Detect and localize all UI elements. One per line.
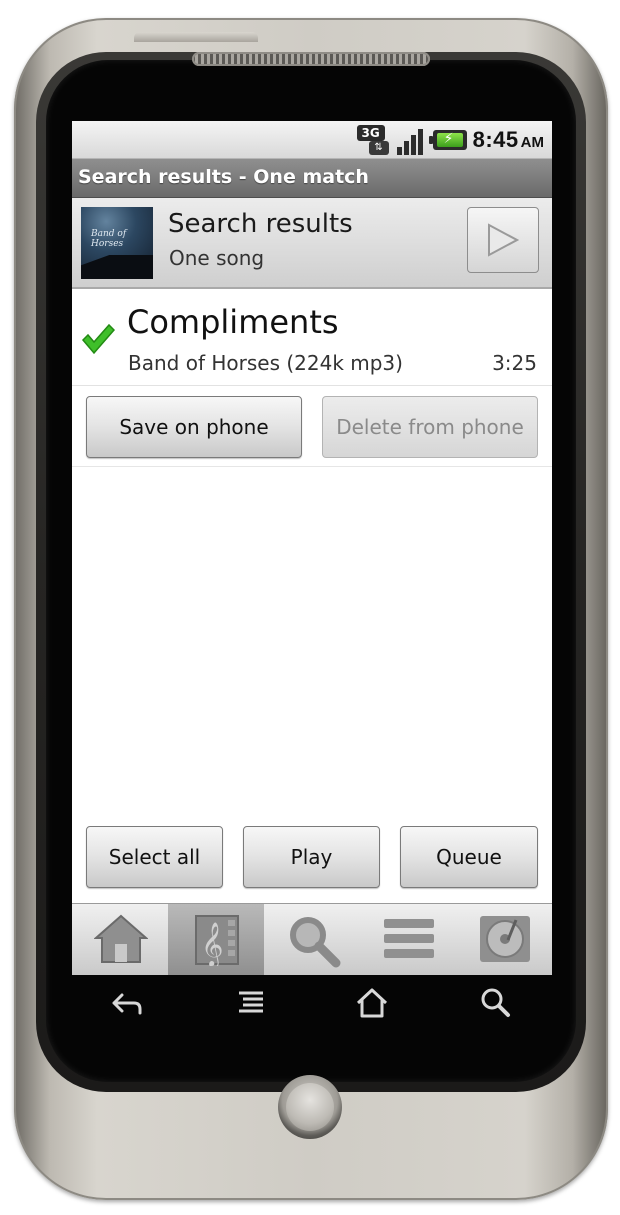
tab-music-library[interactable]: 𝄞 <box>168 904 264 975</box>
music-library-icon: 𝄞 <box>195 915 239 966</box>
tab-playlists[interactable] <box>360 904 456 975</box>
tab-now-playing[interactable] <box>456 904 552 975</box>
play-all-button[interactable] <box>467 207 539 273</box>
status-bar: 3G ⇅ ⚡ 8:45 AM <box>72 121 552 159</box>
play-button[interactable]: Play <box>243 826 380 888</box>
hardware-keys <box>72 975 552 1030</box>
menu-key[interactable] <box>232 985 272 1021</box>
tab-home[interactable] <box>72 904 168 975</box>
power-key <box>134 32 258 42</box>
song-duration: 3:25 <box>492 351 537 375</box>
tab-search[interactable] <box>264 904 360 975</box>
play-icon <box>488 223 519 257</box>
header-title: Search results <box>168 209 353 239</box>
delete-from-phone-button[interactable]: Delete from phone <box>322 396 538 458</box>
select-all-button[interactable]: Select all <box>86 826 223 888</box>
earpiece-speaker <box>192 52 430 66</box>
home-icon <box>94 914 148 963</box>
search-icon <box>290 917 341 968</box>
battery-charging-icon: ⚡ <box>428 130 467 150</box>
list-item[interactable]: Compliments Band of Horses (224k mp3) 3:… <box>72 289 552 386</box>
home-icon <box>356 988 388 1018</box>
song-title: Compliments <box>127 303 339 341</box>
window-title: Search results - One match <box>78 166 369 188</box>
clock: 8:45 AM <box>473 127 544 153</box>
screen: 3G ⇅ ⚡ 8:45 AM Search results - One match… <box>72 121 552 975</box>
song-meta: Band of Horses (224k mp3) <box>128 351 403 375</box>
album-art-caption: Band of Horses <box>91 229 127 249</box>
home-key[interactable] <box>352 985 392 1021</box>
clock-time: 8:45 <box>472 127 519 152</box>
signal-strength-icon <box>395 125 427 155</box>
title-bar: Search results - One match <box>72 159 552 198</box>
menu-icon <box>239 991 263 1013</box>
search-icon <box>481 988 510 1017</box>
trackball-button[interactable] <box>278 1075 342 1139</box>
data-activity-icon: ⇅ <box>368 141 389 155</box>
search-key[interactable] <box>476 985 516 1021</box>
back-key[interactable] <box>106 985 146 1021</box>
header-subtitle: One song <box>169 246 265 270</box>
network-3g-icon: 3G ⇅ <box>356 125 389 155</box>
now-playing-icon <box>480 916 530 962</box>
svg-text:𝄞: 𝄞 <box>201 922 223 966</box>
tab-bar: 𝄞 <box>72 903 552 975</box>
results-header: Band of Horses Search results One song <box>72 198 552 289</box>
clock-ampm: AM <box>520 134 544 151</box>
song-actions: Save on phone Delete from phone <box>72 386 552 467</box>
checkmark-icon <box>81 323 115 355</box>
list-icon <box>384 919 434 958</box>
save-on-phone-button[interactable]: Save on phone <box>86 396 302 458</box>
bottom-actions: Select all Play Queue <box>72 825 552 897</box>
album-art: Band of Horses <box>81 207 153 279</box>
queue-button[interactable]: Queue <box>400 826 538 888</box>
back-icon <box>112 993 142 1015</box>
